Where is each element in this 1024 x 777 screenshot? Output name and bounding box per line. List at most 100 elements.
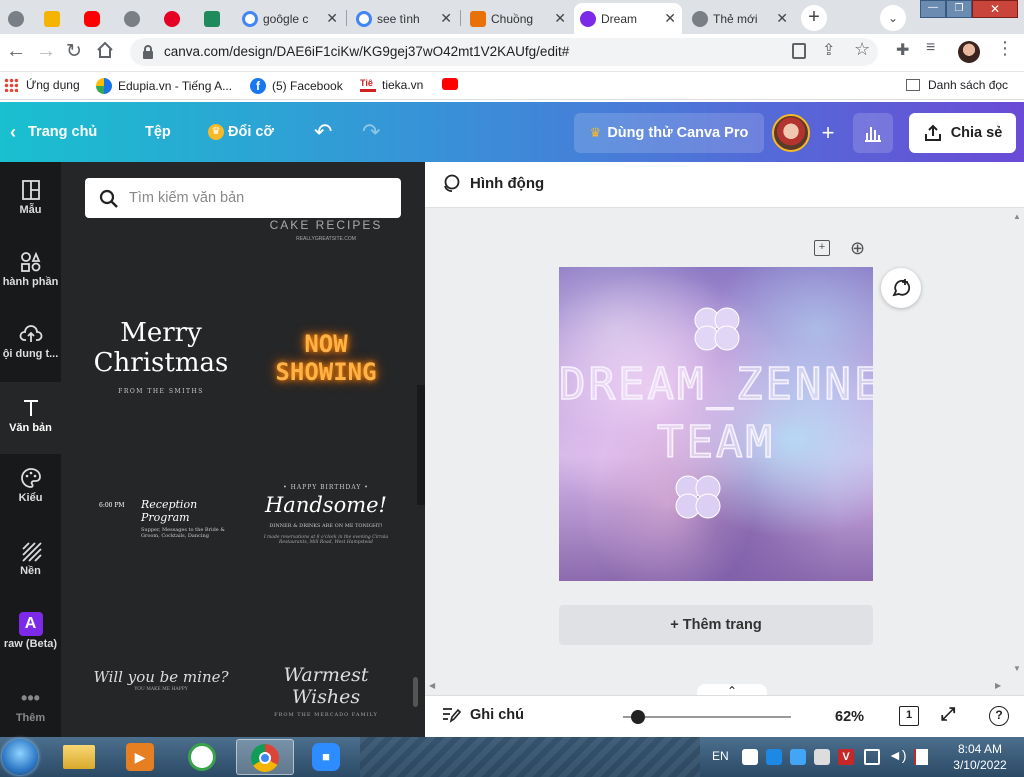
close-icon[interactable]: ✕ <box>664 10 676 27</box>
share-page-icon[interactable]: ⇪ <box>822 40 835 60</box>
taskbar-explorer[interactable] <box>50 739 108 775</box>
maximize-button[interactable]: ❐ <box>946 0 972 18</box>
home-button[interactable]: ‹ Trang chủ <box>10 102 97 162</box>
undo-button[interactable]: ↶ <box>314 102 332 162</box>
tray-icon[interactable] <box>766 749 782 765</box>
add-page-button[interactable]: + Thêm trang <box>559 605 873 645</box>
design-title-line2[interactable]: TEAM <box>559 416 873 469</box>
rail-elements[interactable]: hành phần <box>0 250 61 306</box>
template-handsome[interactable]: • HAPPY BIRTHDAY • Handsome! DINNER & DR… <box>257 484 395 545</box>
redo-button[interactable]: ↷ <box>362 102 380 162</box>
zoom-slider[interactable] <box>623 710 791 724</box>
rail-more[interactable]: ••• Thêm <box>0 686 61 736</box>
template-now-showing[interactable]: NOW SHOWING <box>257 330 395 386</box>
forward-icon[interactable]: → <box>36 40 56 63</box>
design-title-line1[interactable]: DREAM_ZENNE_ <box>559 358 873 411</box>
rail-templates[interactable]: Mẫu <box>0 178 61 234</box>
bookmark-apps[interactable]: Ứng dụng <box>4 78 80 92</box>
window-close-button[interactable]: ✕ <box>972 0 1018 18</box>
tab-1[interactable] <box>2 3 34 34</box>
tab-pinterest[interactable] <box>158 3 190 34</box>
bookmark-youtube[interactable] <box>442 78 458 90</box>
rail-draw[interactable]: A raw (Beta) <box>0 612 61 668</box>
scroll-left-arrow[interactable]: ◀ <box>429 681 435 690</box>
tab-l[interactable] <box>198 3 230 34</box>
tray-icon[interactable]: V <box>838 749 854 765</box>
tab-chuong[interactable]: Chuồng ✕ <box>464 3 572 34</box>
back-icon[interactable]: ← <box>6 40 26 63</box>
rail-styles[interactable]: Kiểu <box>0 466 61 522</box>
notes-button[interactable]: Ghi chú <box>441 706 524 724</box>
tab-4[interactable] <box>118 3 150 34</box>
star-icon[interactable]: ☆ <box>854 39 870 60</box>
tray-icon[interactable] <box>790 749 806 765</box>
home-icon[interactable] <box>96 41 114 59</box>
close-icon[interactable]: ✕ <box>440 10 452 27</box>
add-page-icon[interactable]: ⊕ <box>850 238 865 259</box>
tab-2[interactable] <box>38 3 70 34</box>
reading-list[interactable]: Danh sách đọc <box>906 78 1008 92</box>
fullscreen-icon[interactable]: ⤢ <box>941 704 955 725</box>
close-icon[interactable]: ✕ <box>326 10 338 27</box>
tab-google-1[interactable]: goôgle c ✕ <box>236 3 344 34</box>
bookmark-facebook[interactable]: f (5) Facebook <box>250 78 343 94</box>
start-button[interactable] <box>2 739 38 775</box>
tab-search-button[interactable]: ⌄ <box>880 5 906 31</box>
resize-button[interactable]: ♛ Đổi cỡ <box>208 102 274 162</box>
tab-canva-active[interactable]: Dream ✕ <box>574 3 682 34</box>
profile-avatar[interactable] <box>958 41 980 63</box>
system-clock[interactable]: 8:04 AM 3/10/2022 <box>940 741 1020 773</box>
rail-uploads[interactable]: ội dung t... <box>0 322 61 378</box>
tray-icon[interactable] <box>814 749 830 765</box>
menu-icon[interactable]: ⋮ <box>996 38 1014 59</box>
page-count-button[interactable]: 1 <box>899 706 919 726</box>
add-collaborator-button[interactable]: + <box>815 114 841 152</box>
bookmark-edupia[interactable]: Edupia.vn - Tiếng A... <box>96 78 232 94</box>
minimize-button[interactable]: — <box>920 0 946 18</box>
new-tab-button[interactable]: + <box>801 5 827 31</box>
copy-icon[interactable] <box>792 43 806 59</box>
reload-icon[interactable]: ↻ <box>66 40 82 63</box>
user-avatar[interactable] <box>772 114 810 152</box>
tab-youtube[interactable] <box>78 3 110 34</box>
taskbar-app-green[interactable] <box>174 739 232 775</box>
search-input[interactable]: Tìm kiếm văn bản <box>85 178 401 218</box>
network-icon[interactable] <box>864 749 880 765</box>
taskbar-zoom[interactable]: ■ <box>298 739 356 775</box>
tab-google-2[interactable]: see tình ✕ <box>350 3 458 34</box>
tab-new[interactable]: Thẻ mới ✕ <box>686 3 794 34</box>
template-will-you-be-mine[interactable]: Will you be mine? YOU MAKE ME HAPPY <box>91 668 231 692</box>
help-button[interactable]: ? <box>989 706 1009 726</box>
template-warmest-wishes[interactable]: Warmest Wishes FROM THE MERCADO FAMILY <box>257 664 395 718</box>
extensions-icon[interactable]: ✚ <box>896 40 909 60</box>
close-icon[interactable]: ✕ <box>554 10 566 27</box>
scroll-down-arrow[interactable]: ▼ <box>1013 664 1021 673</box>
scroll-right-arrow[interactable]: ▶ <box>995 681 1001 690</box>
design-canvas[interactable]: DREAM_ZENNE_ TEAM <box>559 267 873 581</box>
language-indicator[interactable]: EN <box>712 749 729 763</box>
rail-background[interactable]: Nền <box>0 539 61 595</box>
file-menu[interactable]: Tệp <box>145 102 171 162</box>
taskbar-chrome-active[interactable] <box>236 739 294 775</box>
bookmark-tieka[interactable]: Tiê tieka.vn <box>360 78 423 92</box>
comment-button[interactable] <box>881 268 921 308</box>
insights-button[interactable] <box>853 113 893 153</box>
media-icon[interactable]: ≡ <box>926 39 935 57</box>
url-field[interactable]: canva.com/design/DAE6iF1ciKw/KG9gej37wO4… <box>130 38 878 66</box>
rail-text-active[interactable]: Văn bản <box>0 382 61 454</box>
try-pro-button[interactable]: ♛ Dùng thử Canva Pro <box>574 113 764 153</box>
template-merry-christmas[interactable]: Merry Christmas FROM THE SMITHS <box>81 318 241 395</box>
tray-icon[interactable] <box>742 749 758 765</box>
duplicate-page-icon[interactable]: + <box>814 240 830 256</box>
template-cake-recipes[interactable]: CAKE RECIPES REALLYGREATSITE.COM <box>257 218 395 250</box>
close-icon[interactable]: ✕ <box>776 10 788 27</box>
panel-scrollbar[interactable] <box>413 677 418 707</box>
taskbar-media[interactable]: ▶ <box>112 739 170 775</box>
zoom-value[interactable]: 62% <box>835 709 864 725</box>
scroll-up-arrow[interactable]: ▲ <box>1013 212 1021 221</box>
animate-button[interactable]: Hình động <box>441 173 544 193</box>
lock-icon[interactable] <box>142 45 154 59</box>
share-button[interactable]: Chia sẻ <box>909 113 1016 153</box>
zoom-slider-thumb[interactable] <box>631 710 645 724</box>
flag-icon[interactable] <box>914 749 928 765</box>
